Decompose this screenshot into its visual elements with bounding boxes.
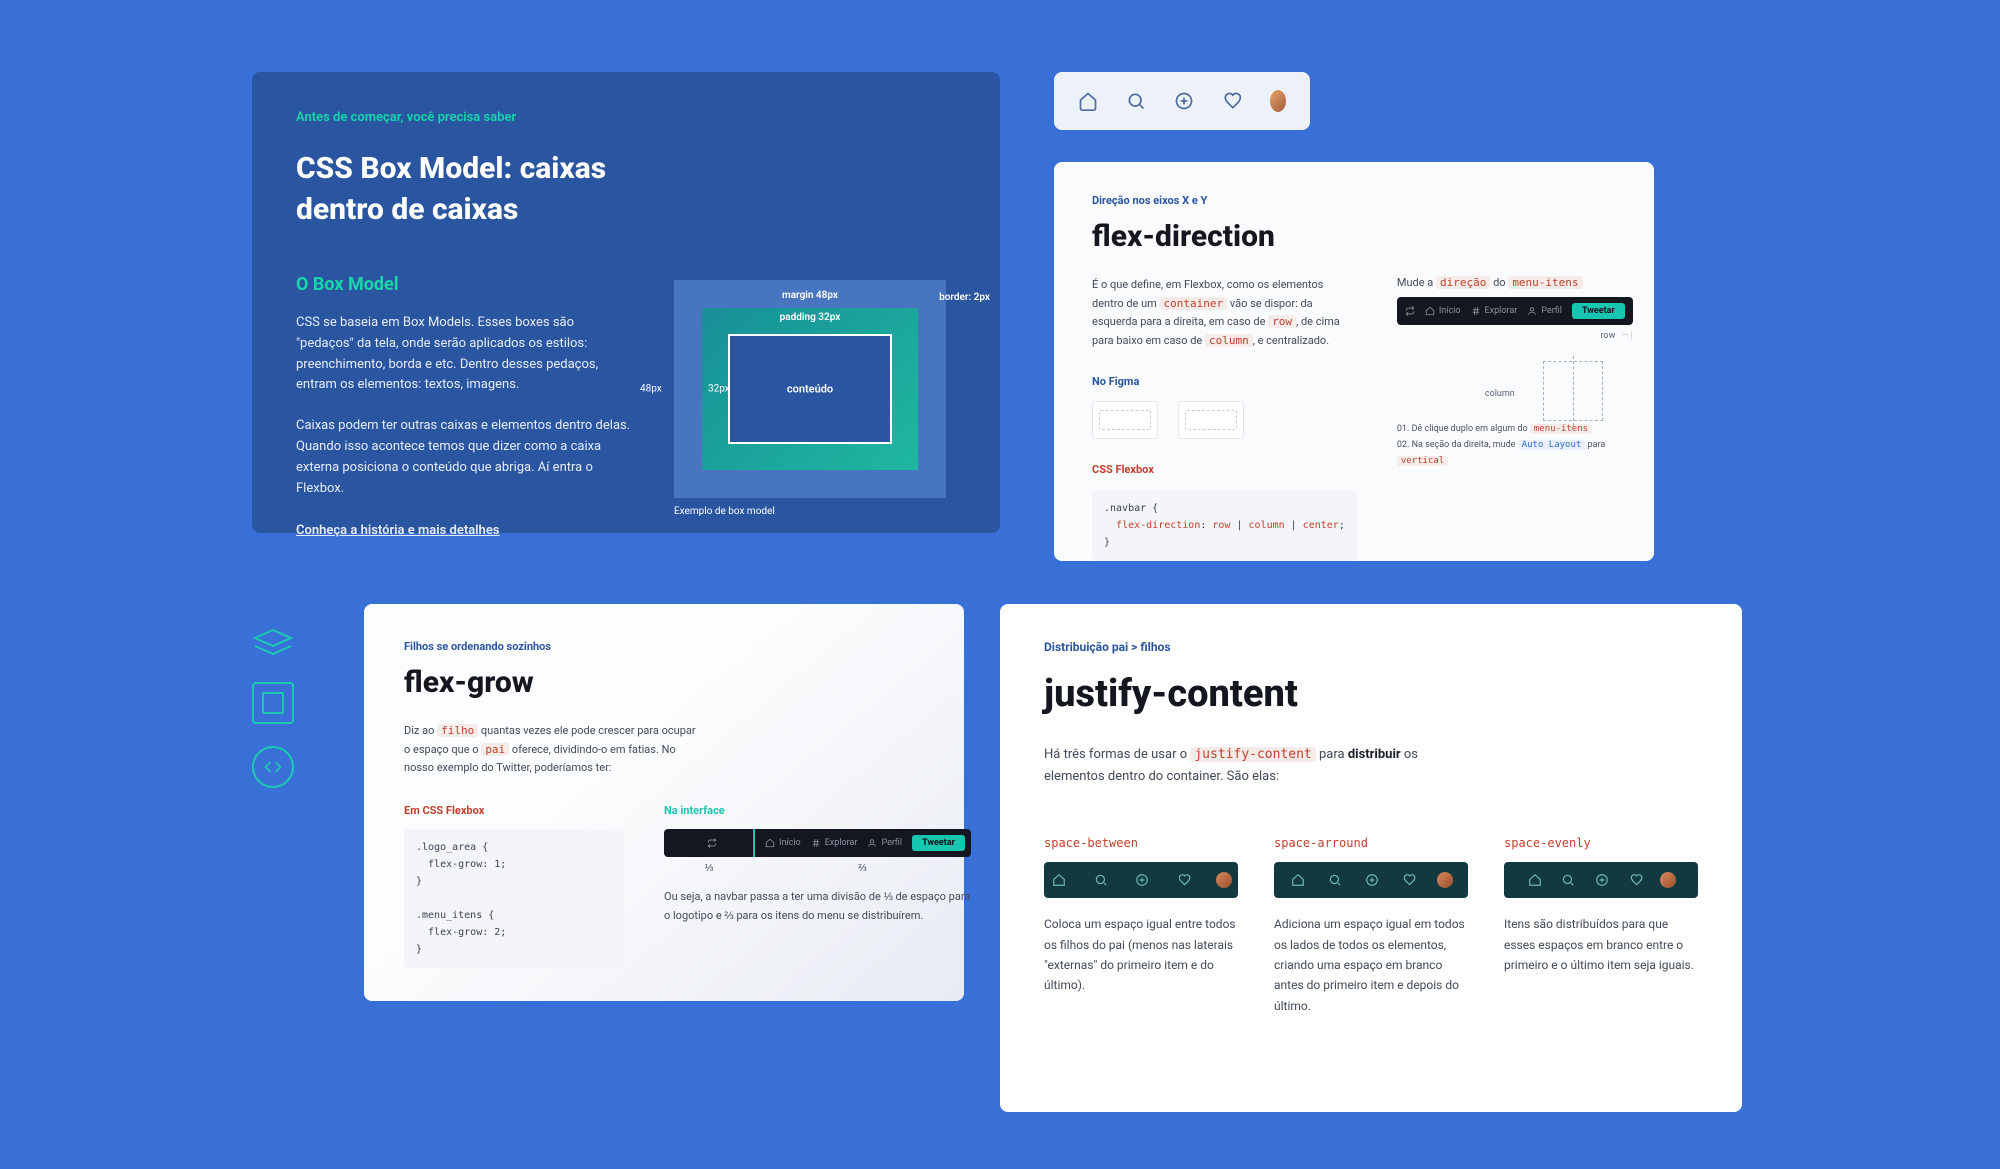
nav-item-profile[interactable]: Perfil bbox=[867, 838, 902, 848]
logo-area bbox=[670, 829, 755, 857]
card-title: CSS Box Model: caixas dentro de caixas bbox=[296, 149, 646, 230]
nav-item-home[interactable]: Início bbox=[765, 838, 801, 848]
box-icon[interactable] bbox=[252, 682, 294, 724]
nav-item-profile[interactable]: Perfil bbox=[1527, 306, 1562, 316]
home-icon bbox=[1289, 871, 1307, 889]
retweet-icon bbox=[1405, 306, 1415, 316]
padding-value: 32px bbox=[708, 384, 730, 395]
demo-bar bbox=[1274, 862, 1468, 898]
heart-icon bbox=[1627, 871, 1645, 889]
eyebrow: Filhos se ordenando sozinhos bbox=[404, 640, 924, 653]
tweet-button[interactable]: Tweetar bbox=[1572, 303, 1625, 319]
eyebrow: Antes de começar, você precisa saber bbox=[296, 110, 956, 125]
side-icons bbox=[252, 628, 294, 788]
add-icon[interactable] bbox=[1174, 90, 1194, 112]
card-flex-direction: Direção nos eixos X e Y flex-direction É… bbox=[1054, 162, 1654, 561]
padding-label: padding 32px bbox=[780, 312, 841, 323]
fractions: ⅓ ⅔ bbox=[664, 863, 971, 874]
css-label: CSS Flexbox bbox=[1092, 461, 1357, 480]
row-label: row bbox=[1600, 331, 1615, 341]
add-icon bbox=[1363, 871, 1381, 889]
card-flex-grow: Filhos se ordenando sozinhos flex-grow D… bbox=[364, 604, 964, 1001]
caption: Exemplo de box model bbox=[674, 506, 946, 517]
intro: Diz ao filho quantas vezes ele pode cres… bbox=[404, 722, 704, 778]
home-icon bbox=[1050, 871, 1068, 889]
nav-item-explore[interactable]: Explorar bbox=[1471, 306, 1518, 316]
box-model-diagram: margin 48px border: 2px 48px padding 32p… bbox=[674, 280, 946, 498]
heart-icon[interactable] bbox=[1222, 90, 1242, 112]
code-icon[interactable] bbox=[252, 746, 294, 788]
code-block: .navbar { flex-direction: row | column |… bbox=[1092, 490, 1357, 561]
home-icon[interactable] bbox=[1078, 90, 1098, 112]
eyebrow: Direção nos eixos X e Y bbox=[1092, 194, 1616, 207]
description: Adiciona um espaço igual em todos os lad… bbox=[1274, 914, 1468, 1016]
card-box-model: Antes de começar, você precisa saber CSS… bbox=[252, 72, 1000, 533]
column-preview bbox=[1543, 361, 1603, 421]
learn-more-link[interactable]: Conheça a história e mais detalhes bbox=[296, 523, 500, 538]
search-icon[interactable] bbox=[1126, 90, 1146, 112]
paragraph: É o que define, em Flexbox, como os elem… bbox=[1092, 276, 1357, 351]
avatar bbox=[1437, 872, 1453, 888]
steps: 01. Dê clique duplo em algum do menu-ite… bbox=[1397, 421, 1633, 470]
css-label: Em CSS Flexbox bbox=[404, 804, 624, 817]
paragraph: CSS se baseia em Box Models. Esses boxes… bbox=[296, 313, 634, 396]
card-justify-content: Distribuição pai > filhos justify-conten… bbox=[1000, 604, 1742, 1112]
code-block: .logo_area { flex-grow: 1; } .menu_itens… bbox=[404, 829, 624, 968]
add-icon bbox=[1133, 871, 1151, 889]
navbar-dark-row: Início Explorar Perfil Tweetar bbox=[1397, 297, 1633, 325]
margin-value: 48px bbox=[640, 384, 662, 395]
justify-column-evenly: space-evenly Itens são distribuídos para… bbox=[1504, 836, 1698, 1016]
home-icon bbox=[1526, 871, 1544, 889]
description: Itens são distribuídos para que esses es… bbox=[1504, 914, 1698, 975]
card-title: flex-direction bbox=[1092, 219, 1616, 254]
description: Coloca um espaço igual entre todos os fi… bbox=[1044, 914, 1238, 996]
justify-column-around: space-arround Adiciona um espaço igual e… bbox=[1274, 836, 1468, 1016]
border-label: border: 2px bbox=[939, 292, 990, 303]
add-icon bbox=[1593, 871, 1611, 889]
layers-icon[interactable] bbox=[252, 628, 294, 660]
tweet-button[interactable]: Tweetar bbox=[912, 835, 965, 851]
search-icon bbox=[1559, 871, 1577, 889]
avatar bbox=[1660, 872, 1676, 888]
explanation: Ou seja, a navbar passa a ter uma divisã… bbox=[664, 888, 971, 925]
code-label: space-evenly bbox=[1504, 836, 1698, 850]
interface-label: Na interface bbox=[664, 804, 971, 817]
heart-icon bbox=[1175, 871, 1193, 889]
heart-icon bbox=[1400, 871, 1418, 889]
demo-bar bbox=[1504, 862, 1698, 898]
justify-column-between: space-between Coloca um espaço igual ent… bbox=[1044, 836, 1238, 1016]
navbar-mini bbox=[1054, 72, 1310, 130]
avatar[interactable] bbox=[1270, 90, 1286, 112]
figma-preview bbox=[1092, 401, 1357, 439]
content-label: conteúdo bbox=[787, 383, 833, 396]
card-title: justify-content bbox=[1044, 672, 1698, 716]
code-label: space-between bbox=[1044, 836, 1238, 850]
demo-bar bbox=[1044, 862, 1238, 898]
card-title: flex-grow bbox=[404, 665, 924, 700]
paragraph: Caixas podem ter outras caixas e element… bbox=[296, 416, 634, 499]
nav-item-explore[interactable]: Explorar bbox=[811, 838, 858, 848]
code-label: space-arround bbox=[1274, 836, 1468, 850]
instruction: Mude a direção do menu-itens bbox=[1397, 276, 1633, 289]
figma-label: No Figma bbox=[1092, 373, 1357, 392]
navbar-dark-grow: Início Explorar Perfil Tweetar bbox=[664, 829, 971, 857]
nav-item-home[interactable]: Início bbox=[1425, 306, 1461, 316]
subtitle: O Box Model bbox=[296, 274, 634, 295]
margin-label: margin 48px bbox=[782, 290, 838, 301]
eyebrow: Distribuição pai > filhos bbox=[1044, 640, 1698, 654]
search-icon bbox=[1092, 871, 1110, 889]
search-icon bbox=[1326, 871, 1344, 889]
avatar bbox=[1216, 872, 1232, 888]
intro: Há três formas de usar o justify-content… bbox=[1044, 744, 1464, 788]
